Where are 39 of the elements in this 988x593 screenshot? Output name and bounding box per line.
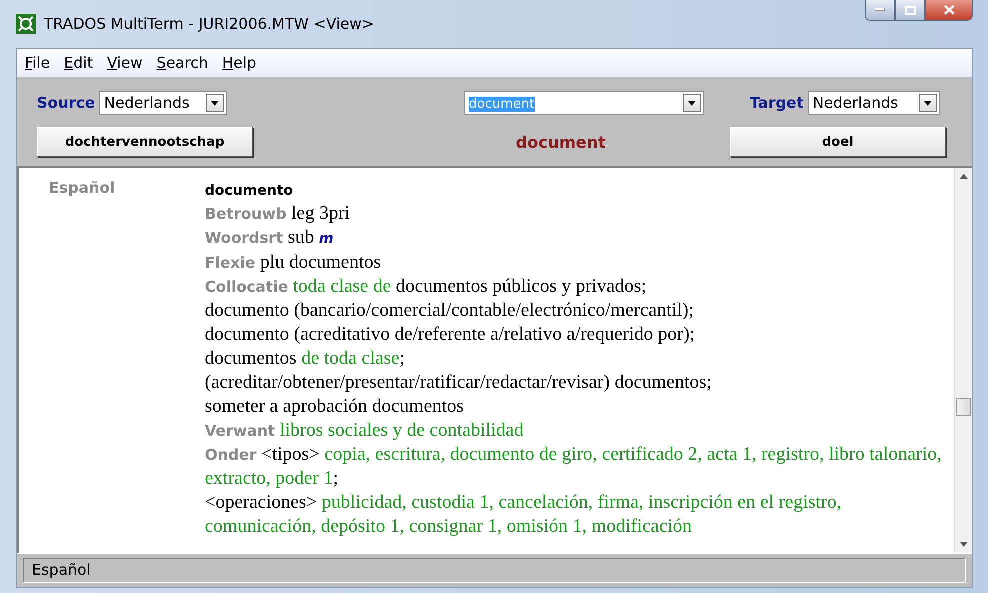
entry-line: someter a aprobación documentos [205, 395, 466, 419]
entry-line: Betrouwb leg 3pri [205, 202, 352, 226]
scroll-thumb[interactable] [956, 398, 971, 416]
entry-line: documentos de toda clase; [205, 347, 406, 371]
menu-item[interactable]: Search [152, 54, 212, 72]
headword: documento [205, 182, 294, 201]
entry-line: Onder <tipos> copia, escritura, documento de giro, certificado 2, acta 1, registro, libro talonario, extracto, poder 1; [205, 443, 943, 491]
entry-line: <operaciones> publicidad, custodia 1, cancelación, firma, inscripción en el registro, comunicación, depósito 1, consignar 1, omisión 1, modificación [205, 491, 843, 539]
scrollbar[interactable] [954, 168, 972, 553]
entry-language: Español [49, 179, 116, 197]
menu-item[interactable]: Edit [60, 54, 98, 72]
entry-line: documento (acreditativo de/referente a/relativo a/requerido por); [205, 323, 696, 347]
window-title: TRADOS MultiTerm - JURI2006.MTW <View> [44, 15, 374, 33]
scroll-up-icon[interactable] [960, 174, 968, 179]
menu-item[interactable]: File [21, 54, 54, 72]
dropdown-field[interactable]: Nederlands [99, 91, 228, 115]
entry-line: Verwant libros sociales y de contabilidad [205, 419, 525, 443]
scroll-down-icon[interactable] [960, 542, 968, 547]
previous-term-button[interactable]: dochtervennootschap [37, 127, 253, 157]
entry-line: Flexie plu documentos [205, 251, 382, 275]
dropdown-field[interactable]: Nederlands [808, 91, 940, 115]
current-term: document [515, 132, 607, 152]
entry-line: Collocatie toda clase de documentos públicos y privados; [205, 275, 648, 299]
minimize-button[interactable] [865, 0, 895, 21]
close-button[interactable] [925, 0, 973, 21]
minimize-icon [875, 8, 885, 12]
target-label: Target [750, 94, 804, 112]
maximize-icon [904, 6, 916, 14]
entry-line: documento (bancario/comercial/contable/electrónico/mercantil); [205, 299, 696, 323]
entry-line: Woordsrt sub m [205, 226, 335, 250]
menu-item[interactable]: Help [218, 54, 261, 72]
app-logo-icon [16, 14, 36, 34]
status-bar: Español [23, 558, 966, 583]
close-icon [944, 5, 954, 15]
maximize-button[interactable] [895, 0, 925, 21]
menu-item[interactable]: View [103, 54, 147, 72]
entry-line: (acreditar/obtener/presentar/ratificar/redactar/revisar) documentos; [205, 371, 713, 395]
next-term-button[interactable]: doel [730, 127, 946, 157]
source-label: Source [37, 94, 96, 112]
